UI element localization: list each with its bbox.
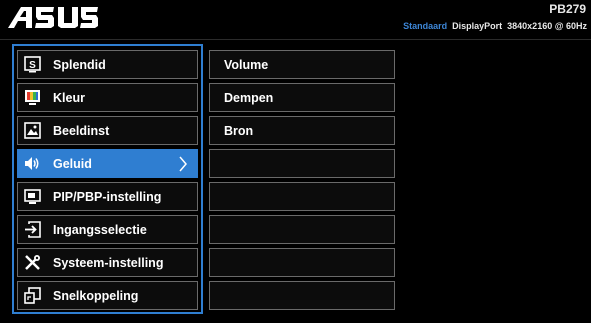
splendid-icon: S <box>24 56 41 73</box>
image-icon <box>24 122 41 139</box>
submenu-item-empty <box>209 248 395 277</box>
submenu-item-empty <box>209 215 395 244</box>
submenu-item-empty <box>209 182 395 211</box>
model-name: PB279 <box>549 2 586 16</box>
main-menu: S Splendid Kleur Beeldinst Geluid PIP/PB… <box>12 44 203 314</box>
submenu-item-label: Dempen <box>224 90 274 105</box>
menu-item-label: Snelkoppeling <box>53 288 139 303</box>
menu-item-label: Geluid <box>53 156 92 171</box>
menu-item-label: PIP/PBP-instelling <box>53 189 162 204</box>
asus-logo <box>8 4 98 35</box>
menu-item-ingangsselectie[interactable]: Ingangsselectie <box>17 215 198 244</box>
menu-item-label: Ingangsselectie <box>53 222 147 237</box>
menu-item-label: Systeem-instelling <box>53 255 164 270</box>
menu-item-beeldinst[interactable]: Beeldinst <box>17 116 198 145</box>
submenu-item-empty <box>209 149 395 178</box>
input-source-status: DisplayPort <box>452 21 503 31</box>
menu-item-label: Kleur <box>53 90 85 105</box>
submenu-item-empty <box>209 281 395 310</box>
input-select-icon <box>24 221 41 238</box>
speaker-icon <box>24 155 41 172</box>
resolution-status: 3840x2160 @ 60Hz <box>507 21 587 31</box>
chevron-right-icon <box>178 156 188 177</box>
color-mode-status: Standaard <box>403 21 448 31</box>
menu-item-pip-pbp[interactable]: PIP/PBP-instelling <box>17 182 198 211</box>
submenu-item-volume[interactable]: Volume <box>209 50 395 79</box>
menu-item-snelkoppeling[interactable]: Snelkoppeling <box>17 281 198 310</box>
submenu-item-dempen[interactable]: Dempen <box>209 83 395 112</box>
menu-item-label: Splendid <box>53 57 106 72</box>
submenu-panel: Volume Dempen Bron <box>209 44 395 314</box>
header-divider <box>0 39 591 40</box>
pip-icon <box>24 188 41 205</box>
tools-icon <box>24 254 41 271</box>
submenu-item-label: Volume <box>224 57 269 72</box>
menu-item-systeem-instelling[interactable]: Systeem-instelling <box>17 248 198 277</box>
submenu-item-bron[interactable]: Bron <box>209 116 395 145</box>
status-bar: Standaard DisplayPort 3840x2160 @ 60Hz <box>403 21 587 31</box>
monitor-osd: PB279 Standaard DisplayPort 3840x2160 @ 60… <box>0 0 591 323</box>
color-icon <box>24 89 41 106</box>
menu-item-splendid[interactable]: S Splendid <box>17 50 198 79</box>
menu-item-label: Beeldinst <box>53 123 110 138</box>
menu-item-kleur[interactable]: Kleur <box>17 83 198 112</box>
svg-text:S: S <box>29 60 36 71</box>
shortcut-icon <box>24 287 41 304</box>
menu-item-geluid[interactable]: Geluid <box>17 149 198 178</box>
submenu-item-label: Bron <box>224 123 254 138</box>
